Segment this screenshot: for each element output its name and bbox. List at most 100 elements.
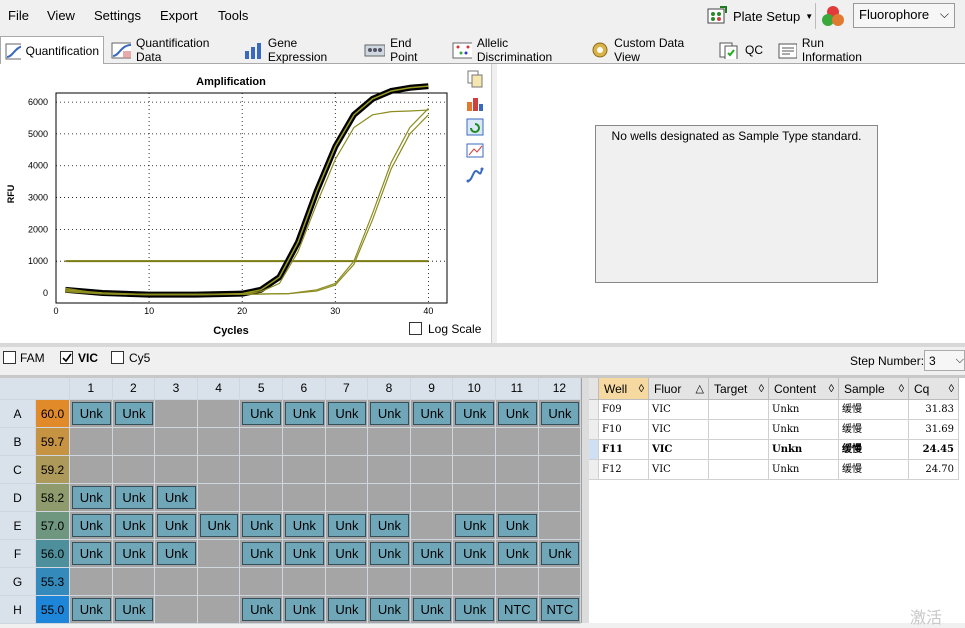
column-header-cq[interactable]: Cq ◊ xyxy=(909,378,959,400)
table-cell[interactable]: 24.70 xyxy=(909,460,959,480)
well-cell[interactable] xyxy=(410,456,454,484)
well-cell[interactable] xyxy=(155,568,198,596)
row-selector[interactable] xyxy=(589,400,599,420)
well-cell[interactable] xyxy=(453,428,496,456)
menu-export[interactable]: Export xyxy=(160,8,198,23)
menu-file[interactable]: File xyxy=(8,8,29,23)
fluorophore-color-icon[interactable] xyxy=(820,4,846,28)
well-cell[interactable] xyxy=(240,568,283,596)
well-cell[interactable]: Unk xyxy=(240,540,283,568)
fluorophore-select[interactable]: Fluorophore ⌵ xyxy=(853,3,955,28)
table-cell[interactable]: 缓慢 xyxy=(839,440,909,460)
well-cell[interactable] xyxy=(496,456,539,484)
well-cell[interactable]: Unk xyxy=(496,400,539,428)
plate-setup-button[interactable]: Plate Setup ▼ xyxy=(706,3,813,29)
well-button[interactable]: Unk xyxy=(285,542,324,565)
sort-icon[interactable]: △ xyxy=(696,378,704,400)
well-cell[interactable] xyxy=(70,456,113,484)
well-cell[interactable] xyxy=(410,568,454,596)
well-button[interactable]: Unk xyxy=(157,542,196,565)
table-cell[interactable]: F10 xyxy=(599,420,649,440)
well-cell[interactable] xyxy=(70,568,113,596)
sort-icon[interactable]: ◊ xyxy=(949,378,954,400)
column-header[interactable]: 11 xyxy=(496,378,539,400)
well-button[interactable]: Unk xyxy=(370,402,409,425)
well-cell[interactable]: NTC xyxy=(538,596,582,624)
well-button[interactable]: Unk xyxy=(72,486,111,509)
well-cell[interactable] xyxy=(453,456,496,484)
column-header[interactable]: 9 xyxy=(410,378,454,400)
well-cell[interactable] xyxy=(240,456,283,484)
well-cell[interactable] xyxy=(410,428,454,456)
well-button[interactable]: Unk xyxy=(114,542,154,565)
well-cell[interactable] xyxy=(112,568,156,596)
column-header[interactable]: 6 xyxy=(283,378,326,400)
table-cell[interactable] xyxy=(709,440,769,460)
well-button[interactable]: Unk xyxy=(157,486,196,509)
well-cell[interactable] xyxy=(112,456,156,484)
refresh-chart-icon[interactable] xyxy=(466,118,484,136)
well-button[interactable]: NTC xyxy=(498,598,537,621)
well-cell[interactable] xyxy=(197,568,241,596)
well-cell[interactable] xyxy=(283,428,326,456)
well-cell[interactable]: Unk xyxy=(283,400,326,428)
sort-icon[interactable]: ◊ xyxy=(759,378,764,400)
well-cell[interactable]: Unk xyxy=(538,540,582,568)
well-cell[interactable] xyxy=(496,428,539,456)
well-cell[interactable]: Unk xyxy=(453,400,496,428)
well-button[interactable]: Unk xyxy=(72,514,111,537)
row-header[interactable]: A xyxy=(0,400,36,428)
copy-icon[interactable] xyxy=(466,70,484,88)
well-button[interactable]: Unk xyxy=(114,402,154,425)
table-cell[interactable]: 31.83 xyxy=(909,400,959,420)
step-number-select[interactable]: 3 ⌵ xyxy=(924,350,965,371)
well-cell[interactable]: Unk xyxy=(538,400,582,428)
well-button[interactable]: Unk xyxy=(199,514,239,537)
well-cell[interactable]: Unk xyxy=(325,540,369,568)
table-cell[interactable] xyxy=(709,400,769,420)
well-cell[interactable] xyxy=(155,400,198,428)
tab-custom-data-view[interactable]: Custom Data View xyxy=(584,36,710,64)
well-button[interactable]: Unk xyxy=(285,514,324,537)
sort-icon[interactable]: ◊ xyxy=(639,378,644,400)
well-cell[interactable]: Unk xyxy=(453,540,496,568)
curve-fit-icon[interactable] xyxy=(466,166,484,184)
well-cell[interactable] xyxy=(325,456,369,484)
well-cell[interactable] xyxy=(70,428,113,456)
well-button[interactable]: Unk xyxy=(540,542,580,565)
well-cell[interactable]: Unk xyxy=(368,512,411,540)
well-button[interactable]: Unk xyxy=(114,514,154,537)
row-header[interactable]: H xyxy=(0,596,36,624)
well-button[interactable]: Unk xyxy=(498,542,537,565)
well-cell[interactable]: Unk xyxy=(112,484,156,512)
well-cell[interactable] xyxy=(410,484,454,512)
table-cell[interactable]: Unkn xyxy=(769,420,839,440)
well-button[interactable]: Unk xyxy=(412,598,452,621)
well-cell[interactable]: Unk xyxy=(155,540,198,568)
table-cell[interactable]: 缓慢 xyxy=(839,460,909,480)
well-cell[interactable] xyxy=(197,400,241,428)
well-cell[interactable] xyxy=(155,456,198,484)
well-cell[interactable] xyxy=(453,568,496,596)
menu-view[interactable]: View xyxy=(47,8,75,23)
well-cell[interactable] xyxy=(240,484,283,512)
well-cell[interactable]: Unk xyxy=(283,540,326,568)
tab-qc[interactable]: QC xyxy=(713,36,769,64)
well-button[interactable]: Unk xyxy=(540,402,580,425)
well-cell[interactable] xyxy=(368,484,411,512)
well-cell[interactable] xyxy=(538,456,582,484)
well-cell[interactable] xyxy=(283,484,326,512)
vertical-splitter[interactable] xyxy=(582,378,589,623)
table-cell[interactable]: Unkn xyxy=(769,400,839,420)
well-cell[interactable] xyxy=(283,568,326,596)
well-cell[interactable]: Unk xyxy=(496,540,539,568)
well-cell[interactable] xyxy=(496,484,539,512)
well-cell[interactable]: NTC xyxy=(496,596,539,624)
well-cell[interactable] xyxy=(453,484,496,512)
well-cell[interactable] xyxy=(197,428,241,456)
column-header[interactable]: 2 xyxy=(112,378,156,400)
table-cell[interactable]: 31.69 xyxy=(909,420,959,440)
well-button[interactable]: Unk xyxy=(498,514,537,537)
well-cell[interactable]: Unk xyxy=(240,400,283,428)
row-header[interactable]: F xyxy=(0,540,36,568)
